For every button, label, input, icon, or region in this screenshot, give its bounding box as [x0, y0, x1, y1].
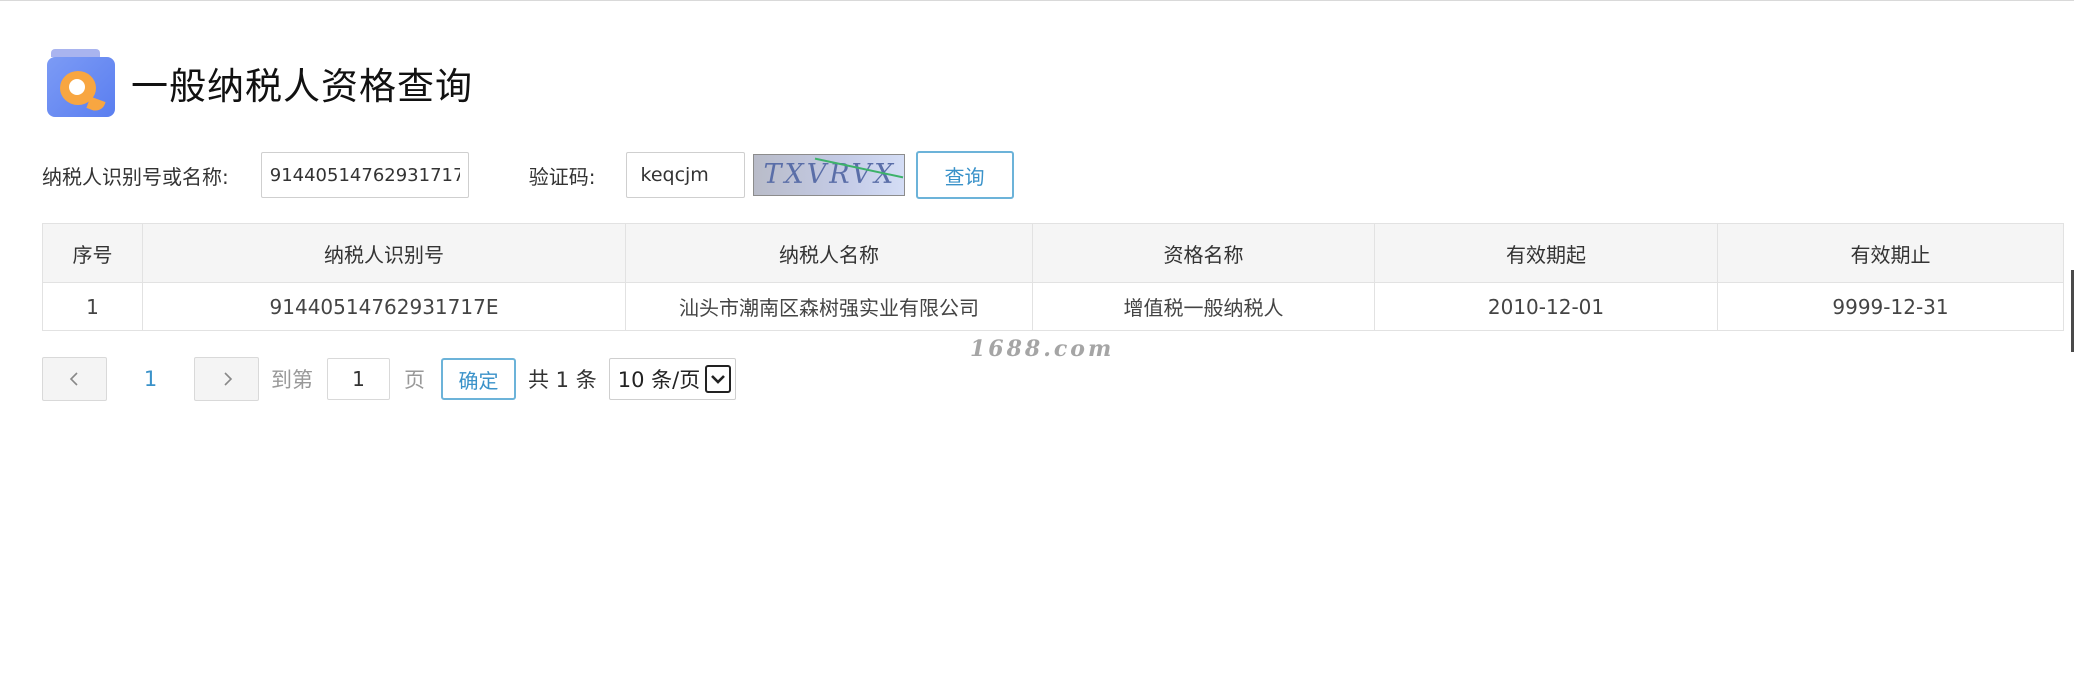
col-header-taxid: 纳税人识别号 [142, 223, 626, 283]
search-form: 纳税人识别号或名称: 验证码: TXVRVX 查询 [42, 151, 1014, 199]
col-header-name: 纳税人名称 [625, 223, 1033, 283]
page-header: 一般纳税人资格查询 [47, 48, 473, 118]
goto-confirm-button[interactable]: 确定 [441, 358, 516, 400]
current-page[interactable]: 1 [107, 367, 194, 391]
page-size-select[interactable]: 10 条/页 [608, 358, 736, 400]
total-count: 共 1 条 [528, 368, 597, 392]
captcha-label: 验证码: [528, 164, 596, 189]
col-header-qualification: 资格名称 [1032, 223, 1375, 283]
page-size-value: 10 条/页 [617, 368, 701, 392]
cell-valid-to: 9999-12-31 [1717, 282, 2064, 331]
cell-qualification: 增值税一般纳税人 [1032, 282, 1375, 331]
col-header-valid-to: 有效期止 [1717, 223, 2064, 283]
pagination: 1 到第 页 确定 共 1 条 10 条/页 [42, 357, 736, 401]
watermark: 1688.com [970, 336, 1115, 362]
next-page-button[interactable] [194, 357, 259, 401]
col-header-index: 序号 [42, 223, 143, 283]
table-header-row: 序号 纳税人识别号 纳税人名称 资格名称 有效期起 有效期止 [42, 223, 2064, 283]
cell-taxid: 91440514762931717E [142, 282, 626, 331]
taxid-label: 纳税人识别号或名称: [42, 164, 229, 189]
search-app-icon [47, 49, 115, 117]
chevron-left-icon [69, 372, 78, 386]
captcha-input[interactable] [625, 152, 745, 198]
table-row: 1 91440514762931717E 汕头市潮南区森树强实业有限公司 增值税… [42, 282, 2064, 331]
chevron-right-icon [223, 372, 232, 386]
captcha-image-text: TXVRVX [763, 159, 897, 190]
taxid-input[interactable] [260, 152, 469, 198]
cell-index: 1 [42, 282, 143, 331]
query-button[interactable]: 查询 [915, 151, 1014, 199]
chevron-down-icon [704, 365, 731, 393]
prev-page-button[interactable] [42, 357, 107, 401]
goto-label: 到第 [271, 368, 313, 392]
captcha-image[interactable]: TXVRVX [752, 154, 905, 196]
col-header-valid-from: 有效期起 [1374, 223, 1718, 283]
top-divider [0, 0, 2074, 1]
page-unit-label: 页 [404, 368, 425, 392]
cell-valid-from: 2010-12-01 [1374, 282, 1718, 331]
goto-page-input[interactable] [327, 358, 390, 400]
results-table: 序号 纳税人识别号 纳税人名称 资格名称 有效期起 有效期止 1 9144051… [42, 223, 2064, 331]
page-title: 一般纳税人资格查询 [131, 65, 473, 108]
cell-name: 汕头市潮南区森树强实业有限公司 [625, 282, 1033, 331]
